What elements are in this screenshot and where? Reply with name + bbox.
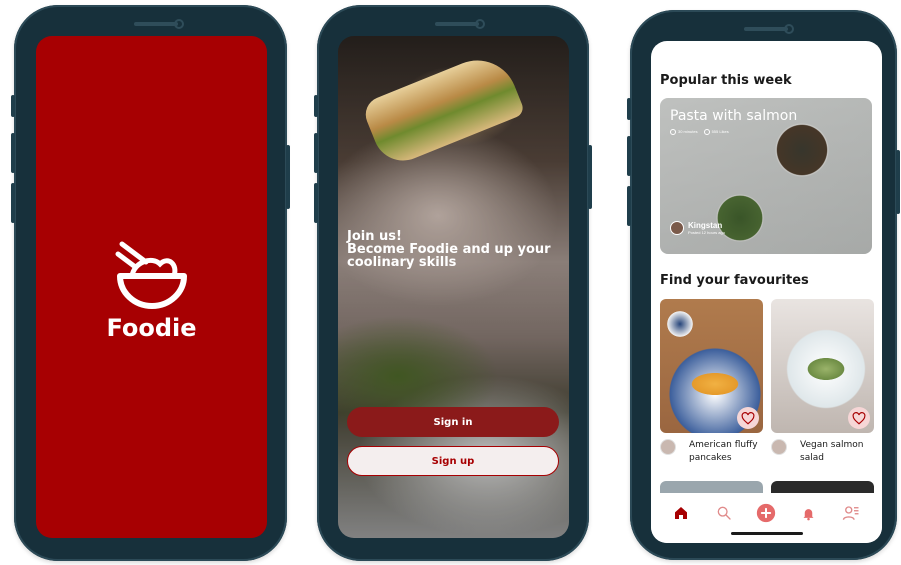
add-icon bbox=[756, 503, 776, 523]
headline-line: coolinary skills bbox=[347, 255, 457, 270]
phone-camera bbox=[174, 19, 184, 29]
tab-add[interactable] bbox=[754, 501, 778, 525]
onboarding-screen: Join us! Become Foodie and up your cooli… bbox=[338, 36, 569, 538]
phone-side-button bbox=[314, 95, 318, 117]
recipe-name-line: salad bbox=[800, 453, 824, 463]
popular-recipe-card[interactable]: Pasta with salmon 30 minutes 555 Likes K… bbox=[660, 98, 872, 254]
tab-notifications[interactable] bbox=[796, 501, 820, 525]
phone-home: Popular this week Pasta with salmon 30 m… bbox=[627, 10, 900, 560]
phone-splash: Foodie bbox=[11, 5, 290, 561]
favourite-card-pancakes[interactable] bbox=[660, 299, 763, 433]
bottom-tab-bar bbox=[651, 493, 882, 543]
phone-side-button bbox=[627, 98, 631, 120]
home-indicator bbox=[731, 532, 803, 535]
phone-side-button bbox=[11, 95, 15, 117]
profile-list-icon bbox=[842, 506, 859, 520]
favourite-button[interactable] bbox=[737, 407, 759, 429]
favourite-label-salad[interactable]: Vegan salmon salad bbox=[771, 439, 874, 465]
favourite-card-salad[interactable] bbox=[771, 299, 874, 433]
phone-speaker bbox=[134, 22, 178, 26]
phone-side-button bbox=[314, 183, 318, 223]
favourite-button[interactable] bbox=[848, 407, 870, 429]
heart-icon bbox=[852, 411, 866, 425]
search-icon bbox=[717, 506, 731, 520]
phone-side-button bbox=[286, 145, 290, 209]
onboarding-headline: Join us! Become Foodie and up your cooli… bbox=[347, 230, 562, 269]
tab-search[interactable] bbox=[712, 501, 736, 525]
author-meta: Posted 12 hours ago bbox=[688, 230, 725, 235]
recipe-likes-text: 555 Likes bbox=[711, 129, 729, 135]
recipe-meta: 30 minutes 555 Likes bbox=[670, 129, 729, 135]
phone-side-button bbox=[314, 133, 318, 173]
author-name: Kingstan bbox=[688, 221, 723, 230]
avatar bbox=[660, 439, 676, 455]
sign-up-button[interactable]: Sign up bbox=[347, 446, 559, 476]
phone-camera bbox=[784, 24, 794, 34]
home-icon bbox=[675, 507, 687, 519]
section-title-popular: Popular this week bbox=[660, 73, 792, 88]
heart-icon bbox=[741, 411, 755, 425]
app-name: Foodie bbox=[106, 314, 197, 342]
phone-speaker bbox=[435, 22, 479, 26]
clock-icon bbox=[670, 129, 676, 135]
recipe-name-line: pancakes bbox=[689, 453, 732, 463]
recipe-title: Pasta with salmon bbox=[670, 108, 798, 124]
phone-onboarding: Join us! Become Foodie and up your cooli… bbox=[314, 5, 592, 561]
recipe-name-line: American fluffy bbox=[689, 440, 758, 450]
phone-side-button bbox=[588, 145, 592, 209]
phone-side-button bbox=[627, 136, 631, 176]
heart-outline-icon bbox=[703, 129, 710, 135]
phone-side-button bbox=[896, 150, 900, 214]
background-food-photo bbox=[360, 48, 526, 170]
tab-profile[interactable] bbox=[839, 501, 863, 525]
section-title-favourites: Find your favourites bbox=[660, 273, 809, 288]
phone-side-button bbox=[11, 183, 15, 223]
avatar bbox=[771, 439, 787, 455]
recipe-name-line: Vegan salmon bbox=[800, 440, 864, 450]
favourite-label-pancakes[interactable]: American fluffy pancakes bbox=[660, 439, 763, 465]
recipe-author[interactable]: Kingstan Posted 12 hours ago bbox=[670, 221, 725, 235]
recipe-time-text: 30 minutes bbox=[678, 129, 698, 135]
recipe-name: Vegan salmon salad bbox=[800, 439, 874, 465]
recipe-name: American fluffy pancakes bbox=[689, 439, 763, 465]
phone-speaker bbox=[744, 27, 788, 31]
tab-home[interactable] bbox=[669, 501, 693, 525]
splash-screen: Foodie bbox=[36, 36, 267, 538]
phone-side-button bbox=[627, 186, 631, 226]
avatar bbox=[670, 221, 684, 235]
recipe-likes: 555 Likes bbox=[703, 129, 729, 135]
recipe-time: 30 minutes bbox=[670, 129, 698, 135]
sign-in-button[interactable]: Sign in bbox=[347, 407, 559, 437]
bell-icon bbox=[803, 508, 813, 520]
home-screen: Popular this week Pasta with salmon 30 m… bbox=[651, 41, 882, 543]
phone-side-button bbox=[11, 133, 15, 173]
bowl-with-spoon-icon bbox=[115, 241, 187, 309]
phone-camera bbox=[475, 19, 485, 29]
